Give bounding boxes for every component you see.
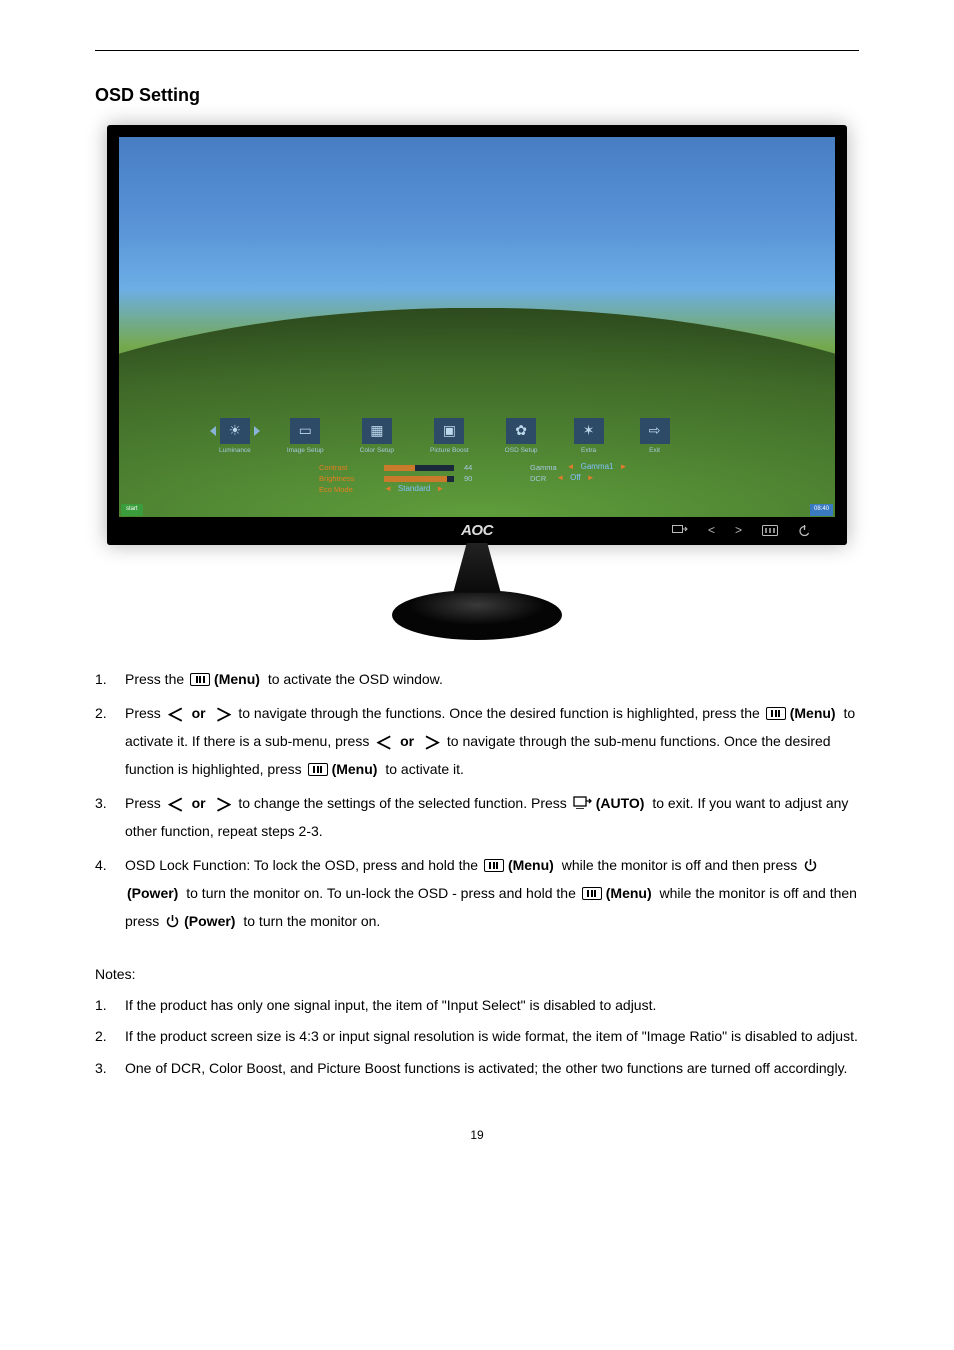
power-icon xyxy=(165,914,180,929)
auto-icon-label: (AUTO) xyxy=(596,795,645,811)
auto-icon xyxy=(573,796,592,810)
osd-tab-image-setup: ▭ Image Setup xyxy=(287,418,324,456)
menu-icon-label: (Menu) xyxy=(214,671,260,687)
section-heading-osd-setting: OSD Setting xyxy=(95,81,859,110)
osd-tab-osd-setup: ✿ OSD Setup xyxy=(505,418,538,456)
monitor-photo: ☀ Luminance ▭ Image Setup ▦ Color Setup xyxy=(107,125,847,640)
bezel-controls: < > xyxy=(672,521,811,540)
monitor-screen: ☀ Luminance ▭ Image Setup ▦ Color Setup xyxy=(107,125,847,545)
menu-icon-label: (Menu) xyxy=(332,761,378,777)
brand-logo: AOC xyxy=(461,519,493,543)
menu-icon-label: (Menu) xyxy=(790,705,836,721)
power-icon-label: (Power) xyxy=(127,885,178,901)
notes-heading: Notes: xyxy=(95,963,859,985)
chevron-right-icon: ＞ xyxy=(215,707,232,724)
note-2: If the product screen size is 4:3 or inp… xyxy=(95,1024,859,1049)
osd-row-brightness: Brightness 90 DCR ◄ Off ► xyxy=(319,474,805,484)
monitor-bezel-bottom: AOC < > xyxy=(107,517,847,545)
header-rule xyxy=(95,50,859,51)
osd-tab-luminance: ☀ Luminance xyxy=(219,418,251,456)
menu-icon xyxy=(308,763,328,776)
osd-tab-picture-boost: ▣ Picture Boost xyxy=(430,418,469,456)
osd-tab-color-setup: ▦ Color Setup xyxy=(360,418,394,456)
power-icon xyxy=(803,858,818,873)
osd-row-eco-mode: Eco Mode ◄ Standard ► xyxy=(319,485,805,495)
bezel-left-icon[interactable]: < xyxy=(708,521,715,540)
chevron-right-icon: ＞ xyxy=(424,735,441,752)
notes-list: If the product has only one signal input… xyxy=(95,993,859,1081)
desktop-taskbar: start 08:40 xyxy=(119,503,835,517)
osd-panel: ☀ Luminance ▭ Image Setup ▦ Color Setup xyxy=(209,411,805,499)
osd-tab-exit: ⇨ Exit xyxy=(640,418,670,456)
page-number: 19 xyxy=(95,1126,859,1145)
bezel-power-icon[interactable] xyxy=(798,524,811,537)
bezel-source-icon[interactable] xyxy=(672,525,688,536)
menu-icon xyxy=(766,707,786,720)
note-3: One of DCR, Color Boost, and Picture Boo… xyxy=(95,1056,859,1081)
osd-tabs: ☀ Luminance ▭ Image Setup ▦ Color Setup xyxy=(209,411,805,463)
menu-icon xyxy=(582,887,602,900)
instruction-list: Press the (Menu) to activate the OSD win… xyxy=(95,665,859,935)
chevron-left-icon: ＜ xyxy=(167,707,184,724)
note-1: If the product has only one signal input… xyxy=(95,993,859,1018)
instruction-1: Press the (Menu) to activate the OSD win… xyxy=(95,665,859,693)
power-icon-label: (Power) xyxy=(184,913,235,929)
chevron-left-icon: ＜ xyxy=(167,797,184,814)
bezel-right-icon[interactable]: > xyxy=(735,521,742,540)
taskbar-start: start xyxy=(121,504,143,516)
instruction-3: Press ＜ or ＞ to change the settings of t… xyxy=(95,789,859,845)
menu-icon xyxy=(190,673,210,686)
bezel-menu-icon[interactable] xyxy=(762,525,778,536)
chevron-left-icon: ＜ xyxy=(375,735,392,752)
instruction-4: OSD Lock Function: To lock the OSD, pres… xyxy=(95,851,859,935)
osd-tab-extra: ✶ Extra xyxy=(574,418,604,456)
menu-icon-label: (Menu) xyxy=(606,885,652,901)
instruction-2: Press ＜ or ＞ to navigate through the fun… xyxy=(95,699,859,783)
osd-settings-rows: Contrast 44 Gamma ◄ Gamma1 ► Brightness … xyxy=(209,463,805,495)
menu-icon xyxy=(484,859,504,872)
osd-row-contrast: Contrast 44 Gamma ◄ Gamma1 ► xyxy=(319,463,805,473)
chevron-right-icon: ＞ xyxy=(215,797,232,814)
menu-icon-label: (Menu) xyxy=(508,857,554,873)
taskbar-clock: 08:40 xyxy=(810,504,833,516)
monitor-stand xyxy=(392,545,562,640)
desktop-wallpaper: ☀ Luminance ▭ Image Setup ▦ Color Setup xyxy=(119,137,835,517)
